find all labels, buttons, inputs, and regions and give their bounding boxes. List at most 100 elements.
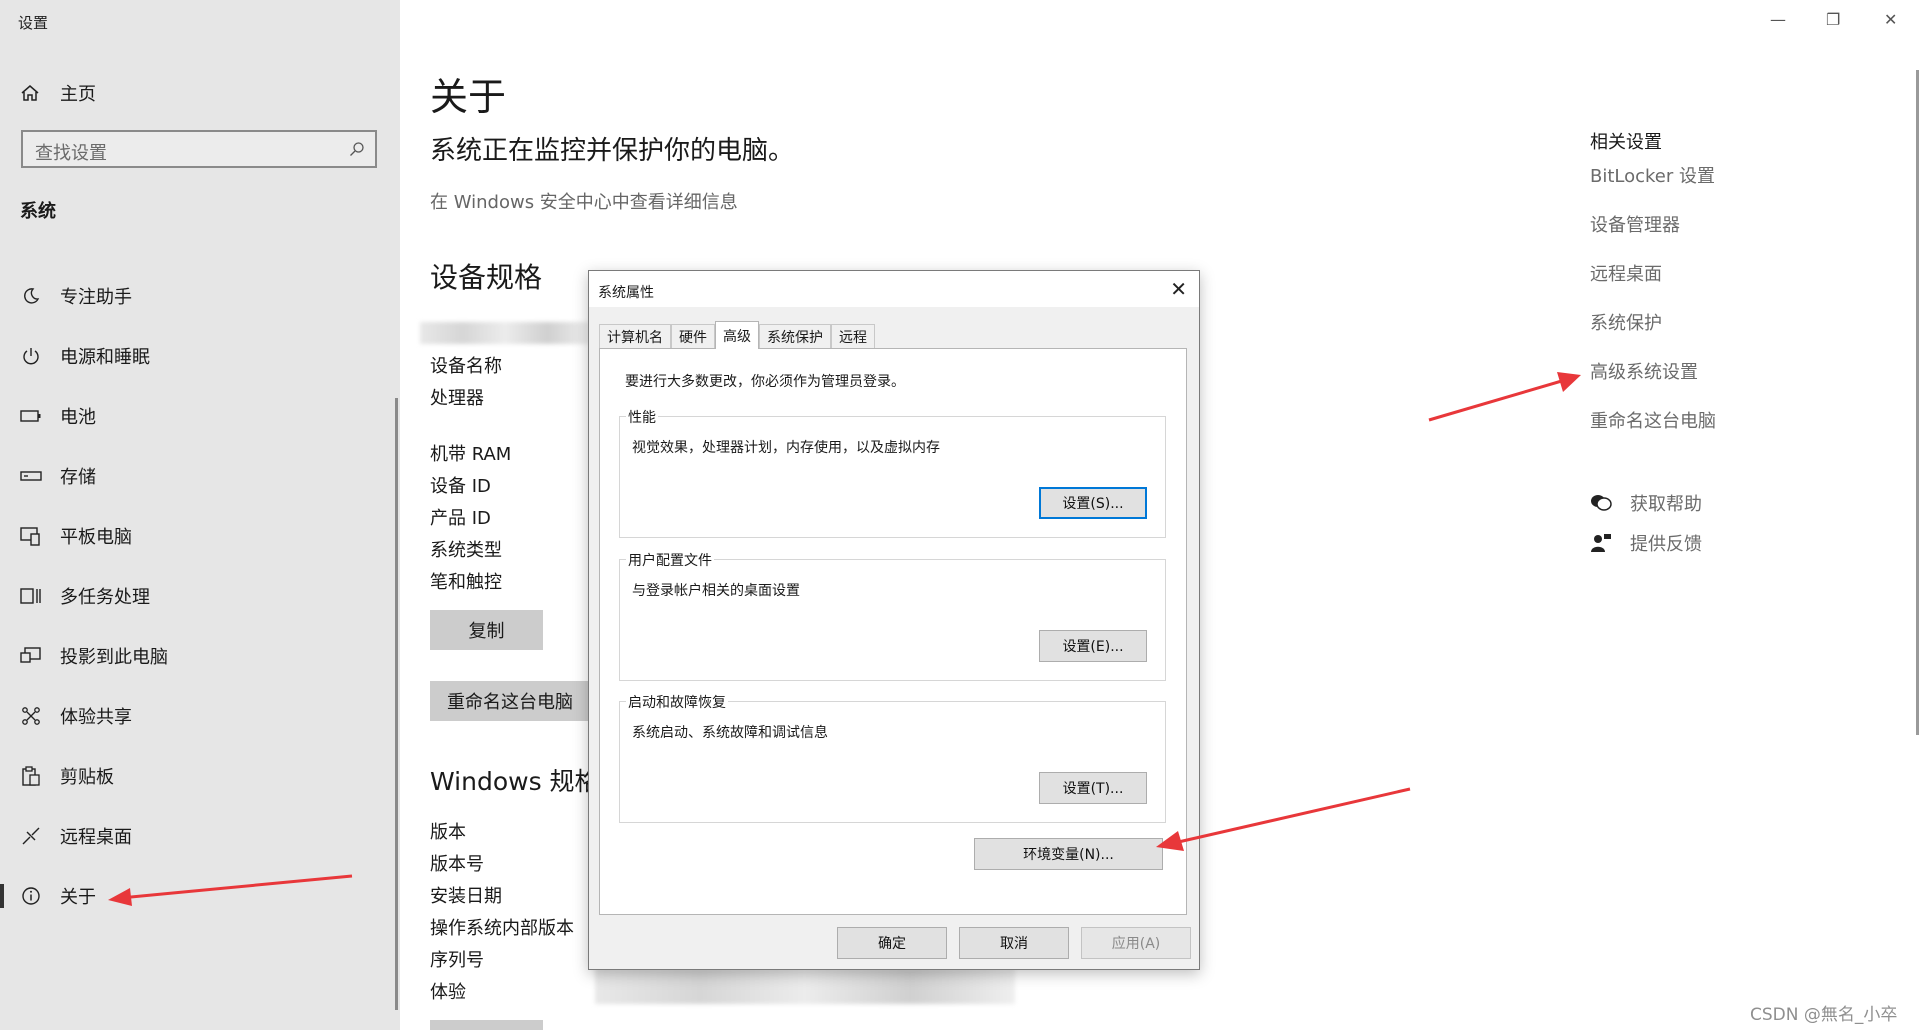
sidebar-item-battery[interactable]: 电池 xyxy=(0,396,390,436)
watermark: CSDN @無名_小卒 xyxy=(1750,1005,1898,1025)
tablet-icon xyxy=(20,525,42,547)
close-icon[interactable]: ✕ xyxy=(1884,10,1897,29)
minimize-icon[interactable]: — xyxy=(1770,10,1786,29)
spec-label: 体验 xyxy=(430,982,466,1003)
advanced-tab-panel: 要进行大多数更改，你必须作为管理员登录。 性能 视觉效果，处理器计划，内存使用，… xyxy=(599,348,1187,915)
spec-label: 设备名称 xyxy=(430,356,502,377)
dialog-titlebar[interactable]: 系统属性 ✕ xyxy=(589,271,1199,307)
group-description: 与登录帐户相关的桌面设置 xyxy=(632,583,800,599)
security-center-link[interactable]: 在 Windows 安全中心中查看详细信息 xyxy=(430,188,738,214)
spec-label: 笔和触控 xyxy=(430,572,502,593)
feedback-link[interactable]: 提供反馈 xyxy=(1590,530,1702,556)
spec-label: 版本 xyxy=(430,822,466,843)
sidebar-item-power[interactable]: 电源和睡眠 xyxy=(0,336,390,376)
cancel-button[interactable]: 取消 xyxy=(959,927,1069,959)
tab-system-protection[interactable]: 系统保护 xyxy=(759,324,831,348)
tab-advanced[interactable]: 高级 xyxy=(715,321,759,349)
moon-icon xyxy=(20,285,42,307)
help-chat-icon xyxy=(1591,495,1612,511)
feedback-icon xyxy=(1591,534,1611,552)
sidebar-item-tablet[interactable]: 平板电脑 xyxy=(0,516,390,556)
storage-icon xyxy=(20,465,42,487)
sidebar-item-shared-experiences[interactable]: 体验共享 xyxy=(0,696,390,736)
spec-label: 产品 ID xyxy=(430,508,491,529)
system-properties-dialog: 系统属性 ✕ 计算机名 硬件 高级 系统保护 远程 要进行大多数更改，你必须作为… xyxy=(588,270,1200,970)
partial-button[interactable] xyxy=(430,1020,543,1030)
section-heading: 系统 xyxy=(20,201,56,222)
sidebar-item-focus-assist[interactable]: 专注助手 xyxy=(0,276,390,316)
restore-icon[interactable]: ❐ xyxy=(1826,10,1840,29)
sidebar-item-label: 专注助手 xyxy=(60,287,132,308)
search-input[interactable]: 查找设置 xyxy=(21,130,377,168)
dialog-title: 系统属性 xyxy=(598,285,654,301)
sidebar-item-label: 多任务处理 xyxy=(60,587,150,608)
remote-icon xyxy=(20,825,42,847)
spec-label: 系统类型 xyxy=(430,540,502,561)
info-icon xyxy=(20,885,42,907)
rename-pc-button[interactable]: 重命名这台电脑 xyxy=(430,681,590,721)
sidebar-item-label: 电源和睡眠 xyxy=(60,347,150,368)
sidebar-item-project[interactable]: 投影到此电脑 xyxy=(0,636,390,676)
home-nav-item[interactable]: 主页 xyxy=(20,80,96,106)
spec-label: 序列号 xyxy=(430,950,484,971)
user-profiles-group: 用户配置文件 与登录帐户相关的桌面设置 设置(E)... xyxy=(619,550,1166,681)
page-title: 关于 xyxy=(430,75,507,119)
protection-status: 系统正在监控并保护你的电脑。 xyxy=(430,136,795,166)
copy-button[interactable]: 复制 xyxy=(430,610,543,650)
bitlocker-link[interactable]: BitLocker 设置 xyxy=(1590,162,1715,188)
spec-label: 操作系统内部版本 xyxy=(430,918,574,939)
ok-button[interactable]: 确定 xyxy=(837,927,947,959)
tab-remote[interactable]: 远程 xyxy=(831,324,875,348)
redacted-value xyxy=(420,322,590,344)
user-profiles-settings-button[interactable]: 设置(E)... xyxy=(1039,630,1147,662)
spec-label: 机带 RAM xyxy=(430,444,512,465)
search-placeholder: 查找设置 xyxy=(35,143,107,164)
startup-recovery-settings-button[interactable]: 设置(T)... xyxy=(1039,772,1147,804)
group-legend: 用户配置文件 xyxy=(626,550,714,570)
rename-pc-link[interactable]: 重命名这台电脑 xyxy=(1590,407,1716,433)
group-description: 系统启动、系统故障和调试信息 xyxy=(632,725,828,741)
apply-button[interactable]: 应用(A) xyxy=(1081,927,1191,959)
sidebar-item-label: 投影到此电脑 xyxy=(60,647,168,668)
redacted-value xyxy=(595,968,1015,1004)
sidebar-item-storage[interactable]: 存储 xyxy=(0,456,390,496)
device-manager-link[interactable]: 设备管理器 xyxy=(1590,211,1680,237)
home-label: 主页 xyxy=(60,84,96,105)
main-scrollbar[interactable] xyxy=(1916,70,1919,735)
feedback-label: 提供反馈 xyxy=(1630,534,1702,555)
search-icon xyxy=(350,142,364,156)
battery-icon xyxy=(20,405,42,427)
group-legend: 性能 xyxy=(626,407,658,427)
remote-desktop-link[interactable]: 远程桌面 xyxy=(1590,260,1662,286)
system-protection-link[interactable]: 系统保护 xyxy=(1590,309,1662,335)
sidebar-item-about[interactable]: 关于 xyxy=(0,876,390,916)
spec-label: 安装日期 xyxy=(430,886,502,907)
sidebar-item-remote-desktop[interactable]: 远程桌面 xyxy=(0,816,390,856)
get-help-label: 获取帮助 xyxy=(1630,494,1702,515)
project-icon xyxy=(20,645,42,667)
tab-hardware[interactable]: 硬件 xyxy=(671,324,715,348)
performance-settings-button[interactable]: 设置(S)... xyxy=(1039,487,1147,519)
spec-label: 处理器 xyxy=(430,388,484,409)
sidebar-item-clipboard[interactable]: 剪贴板 xyxy=(0,756,390,796)
group-legend: 启动和故障恢复 xyxy=(626,692,728,712)
sidebar-scrollbar[interactable] xyxy=(395,398,398,1010)
power-icon xyxy=(20,345,42,367)
group-description: 视觉效果，处理器计划，内存使用，以及虚拟内存 xyxy=(632,440,940,456)
multitask-icon xyxy=(20,585,42,607)
sidebar-item-multitasking[interactable]: 多任务处理 xyxy=(0,576,390,616)
tab-computer-name[interactable]: 计算机名 xyxy=(599,324,671,348)
related-settings-heading: 相关设置 xyxy=(1590,132,1662,153)
performance-group: 性能 视觉效果，处理器计划，内存使用，以及虚拟内存 设置(S)... xyxy=(619,407,1166,538)
admin-note: 要进行大多数更改，你必须作为管理员登录。 xyxy=(625,374,905,390)
get-help-link[interactable]: 获取帮助 xyxy=(1590,490,1702,516)
window-title: 设置 xyxy=(18,14,49,32)
environment-variables-button[interactable]: 环境变量(N)... xyxy=(974,838,1163,870)
spec-label: 设备 ID xyxy=(430,476,491,497)
sidebar-item-label: 剪贴板 xyxy=(60,767,114,788)
sidebar-item-label: 远程桌面 xyxy=(60,827,132,848)
device-specs-heading: 设备规格 xyxy=(430,261,543,294)
advanced-system-settings-link[interactable]: 高级系统设置 xyxy=(1590,358,1698,384)
settings-sidebar: 设置 主页 查找设置 系统 专注助手 电源和睡眠 电池 存储 平板电脑 多任务处… xyxy=(0,0,400,1030)
dialog-close-icon[interactable]: ✕ xyxy=(1170,277,1187,301)
